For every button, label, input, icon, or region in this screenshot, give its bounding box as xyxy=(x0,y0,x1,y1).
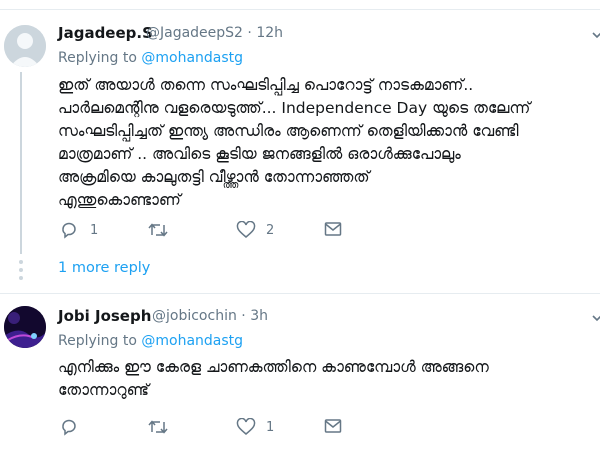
user-handle[interactable]: @JagadeepS2 · 12h xyxy=(146,25,283,41)
replying-to-label: Replying to xyxy=(58,50,137,66)
like-count: 2 xyxy=(266,222,275,238)
tweet-text: എനിക്കും ഈ കേരള ചാണകത്തിനെ കാണുമ്പോൾ അങ്… xyxy=(58,356,489,402)
tweet-line: എനിക്കും ഈ കേരള ചാണകത്തിനെ കാണുമ്പോൾ അങ്… xyxy=(58,358,489,376)
like-button[interactable]: 1 xyxy=(236,418,274,436)
retweet-icon xyxy=(148,223,168,237)
tweet-line: സംഘടിപ്പിച്ചത് ഇന്ത്യ അന്ധിരം ആണെന്ന് തെ… xyxy=(58,122,519,140)
envelope-icon xyxy=(324,222,342,236)
chevron-down-icon[interactable] xyxy=(592,30,600,40)
reply-icon xyxy=(62,222,76,239)
thread-dot xyxy=(19,276,23,280)
default-avatar-icon xyxy=(4,25,46,67)
tweet-line: തോന്നാറുണ്ട് xyxy=(58,381,149,399)
retweet-button[interactable] xyxy=(148,221,168,239)
replying-to: Replying to @mohandastg xyxy=(58,50,243,66)
like-button[interactable]: 2 xyxy=(236,221,274,239)
replying-to-label: Replying to xyxy=(58,333,137,349)
reply-button[interactable]: 1 xyxy=(60,221,98,239)
handle-text[interactable]: @JagadeepS2 xyxy=(146,25,243,41)
timestamp[interactable]: 12h xyxy=(256,25,283,41)
heart-icon xyxy=(236,221,256,238)
chevron-down-icon[interactable] xyxy=(592,313,600,323)
avatar-jobi[interactable] xyxy=(4,306,46,348)
tweet-divider xyxy=(0,293,600,294)
display-name[interactable]: Jobi Joseph xyxy=(58,307,151,325)
tweet-line: അക്രമിയെ കാലുതട്ടി വീഴ്ത്താൻ തോന്നാഞ്ഞത് xyxy=(58,168,370,186)
tweet-line: പാർലമെന്റിനു വളരെയടുത്ത്... Independence… xyxy=(58,99,531,117)
thread-dot xyxy=(19,268,23,272)
tweet-line: എന്തുകൊണ്ടാണ് xyxy=(58,191,181,209)
tweet-text: ഇത് അയാൾ തന്നെ സംഘടിപ്പിച്ച പൊറോട്ട് നാട… xyxy=(58,74,530,212)
thread-connector xyxy=(20,72,22,254)
tweet-line: ഇത് അയാൾ തന്നെ സംഘടിപ്പിച്ച പൊറോട്ട് നാട… xyxy=(58,76,474,94)
direct-message-button[interactable] xyxy=(324,221,342,237)
display-name[interactable]: Jagadeep.S xyxy=(58,24,153,42)
retweet-icon xyxy=(148,420,168,434)
reply-icon xyxy=(62,419,76,436)
tweet-line: മാത്രമാണ് .. അവിടെ കൂടിയ ജനങ്ങളിൽ ഒരാൾക്… xyxy=(58,145,461,163)
mention-link[interactable]: @mohandastg xyxy=(141,333,243,349)
retweet-button[interactable] xyxy=(148,418,168,436)
thread-dot xyxy=(19,260,23,264)
avatar-jagadeep[interactable] xyxy=(4,25,46,67)
mention-link[interactable]: @mohandastg xyxy=(141,50,243,66)
direct-message-button[interactable] xyxy=(324,418,342,434)
top-divider xyxy=(0,9,600,10)
reply-button[interactable] xyxy=(60,418,78,436)
handle-text[interactable]: @jobicochin xyxy=(152,308,237,324)
profile-photo xyxy=(4,306,46,348)
like-count: 1 xyxy=(266,419,275,435)
more-replies-link[interactable]: 1 more reply xyxy=(58,260,150,276)
heart-icon xyxy=(236,418,256,435)
reply-count: 1 xyxy=(90,222,99,238)
user-handle[interactable]: @jobicochin · 3h xyxy=(152,308,268,324)
replying-to: Replying to @mohandastg xyxy=(58,333,243,349)
timestamp[interactable]: 3h xyxy=(250,308,268,324)
envelope-icon xyxy=(324,419,342,433)
